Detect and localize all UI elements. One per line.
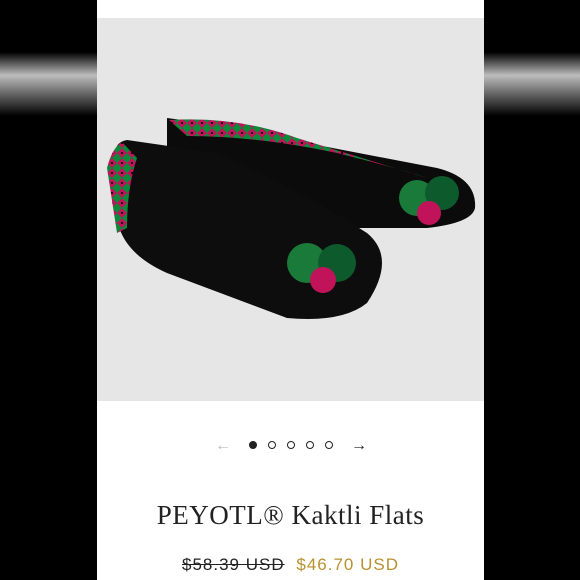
original-price: $58.39 USD (182, 555, 285, 574)
blurred-background-right (484, 0, 580, 580)
carousel-dot[interactable] (306, 441, 314, 449)
arrow-left-icon[interactable]: ← (215, 436, 231, 456)
image-carousel-nav: ← → (97, 436, 484, 456)
shoes-illustration (107, 118, 476, 319)
carousel-dot[interactable] (325, 441, 333, 449)
price-row: $58.39 USD $46.70 USD (97, 555, 484, 575)
blurred-background-left (0, 0, 97, 580)
carousel-dot[interactable] (268, 441, 276, 449)
carousel-dot[interactable] (249, 441, 257, 449)
product-panel: ← → PEYOTL® Kaktli Flats $58.39 USD $46.… (97, 0, 484, 580)
product-title: PEYOTL® Kaktli Flats (156, 500, 425, 530)
arrow-right-icon[interactable]: → (351, 436, 367, 456)
product-image[interactable] (97, 18, 484, 401)
sale-price: $46.70 USD (296, 555, 399, 574)
carousel-dot[interactable] (287, 441, 295, 449)
